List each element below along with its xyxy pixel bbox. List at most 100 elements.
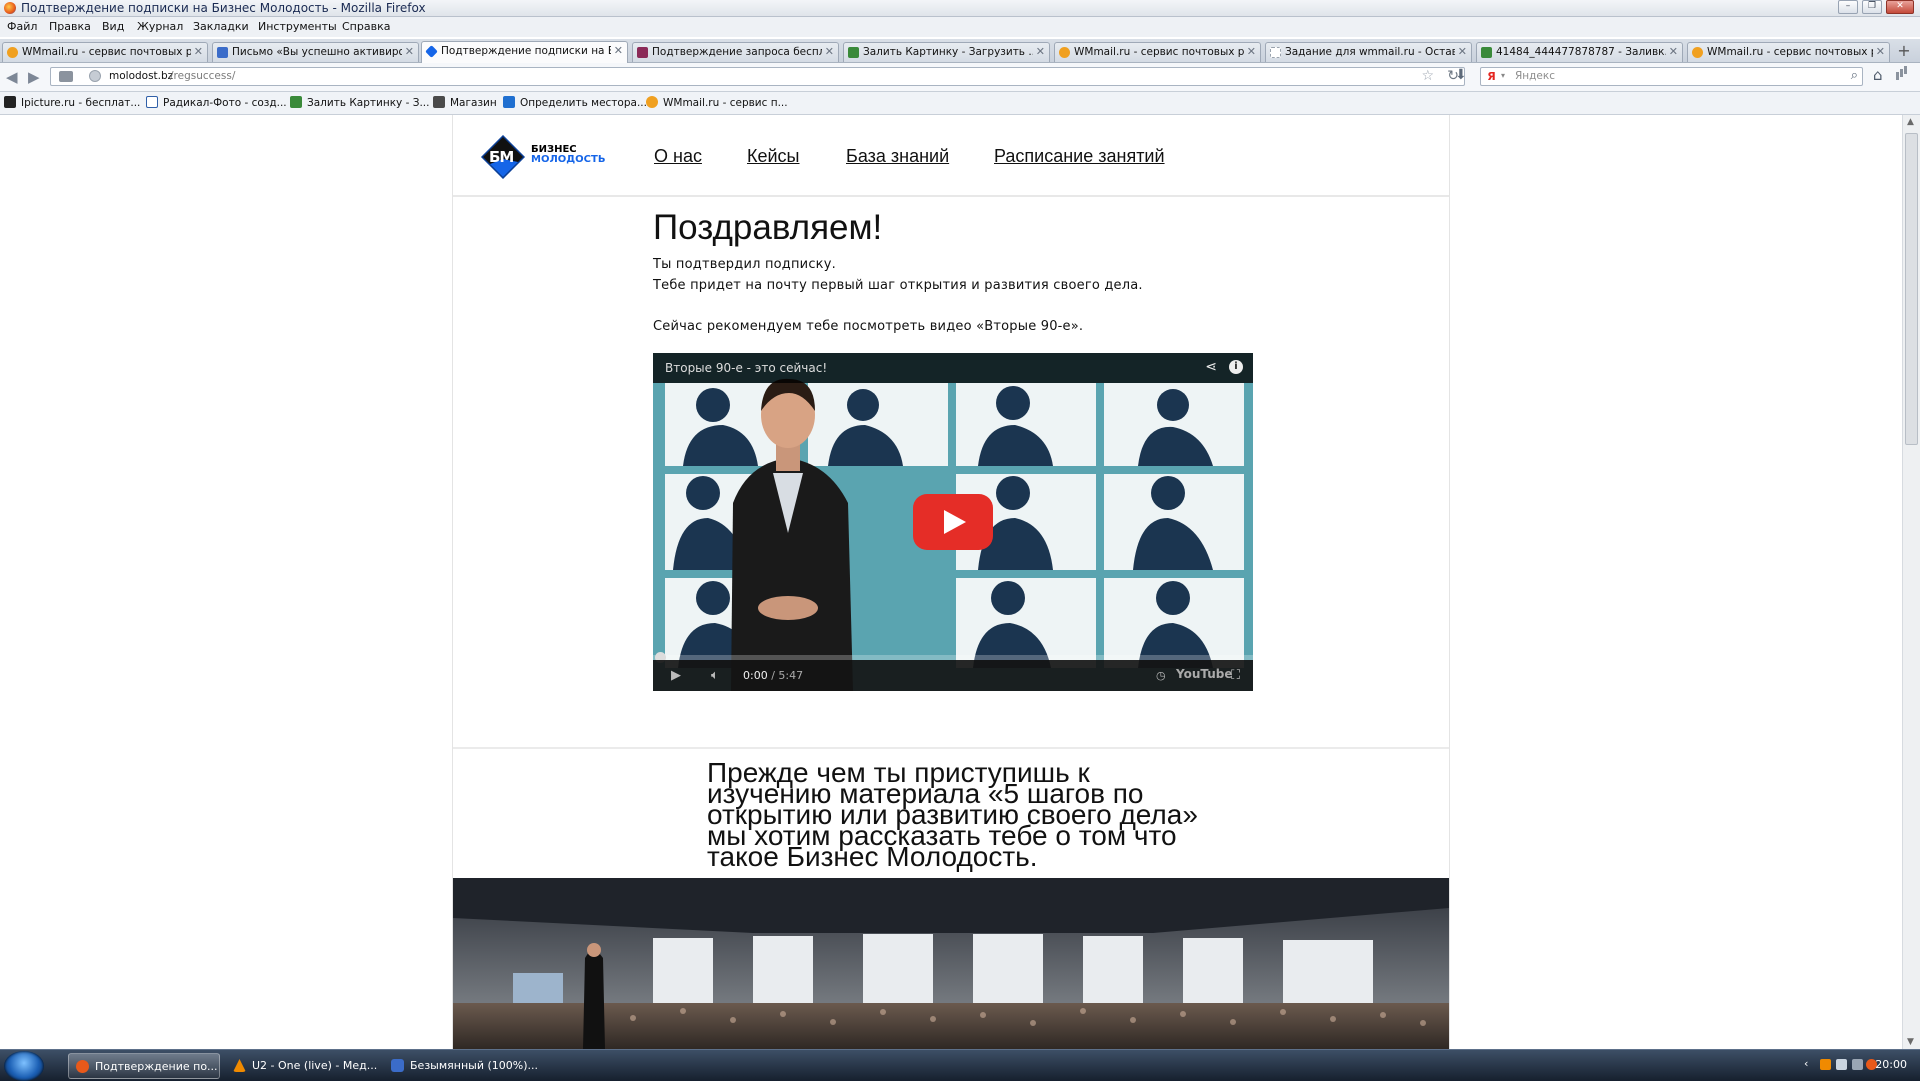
tab-wmmail-2[interactable]: WMmail.ru - сервис почтовых р... ✕: [1054, 42, 1261, 62]
clock[interactable]: 20:00: [1875, 1058, 1907, 1071]
bookmark-ipicture[interactable]: Ipicture.ru - бесплат...: [4, 96, 140, 109]
play-button-icon[interactable]: [913, 494, 993, 550]
page-title: Поздравляем!: [653, 208, 883, 247]
menu-edit[interactable]: Правка: [49, 20, 91, 33]
site-header: БМ БИЗНЕС МОЛОДОСТЬ О нас Кейсы База зна…: [453, 115, 1449, 197]
bookmarks-toolbar: Ipicture.ru - бесплат... Радикал-Фото - …: [0, 92, 1920, 115]
page-grid-icon[interactable]: [59, 71, 73, 82]
tab-close-icon[interactable]: ✕: [1247, 45, 1256, 58]
menu-file[interactable]: Файл: [7, 20, 37, 33]
tab-favicon: [1692, 47, 1703, 58]
tab-label: Подтверждение запроса беспл...: [652, 46, 822, 58]
bookmark-wmmail[interactable]: WMmail.ru - сервис п...: [646, 96, 788, 109]
tab-label: WMmail.ru - сервис почтовых р...: [1074, 46, 1244, 58]
logo-wordmark[interactable]: БИЗНЕС МОЛОДОСТЬ: [531, 145, 605, 165]
menu-tools[interactable]: Инструменты: [258, 20, 337, 33]
tab-favicon: [7, 47, 18, 58]
tab-wmmail-3[interactable]: WMmail.ru - сервис почтовых р... ✕: [1687, 42, 1890, 62]
tab-close-icon[interactable]: ✕: [1036, 45, 1045, 58]
share-icon[interactable]: ⋖: [1205, 359, 1217, 375]
page-scrollbar[interactable]: ▲ ▼: [1902, 115, 1920, 1049]
tab-close-icon[interactable]: ✕: [1876, 45, 1885, 58]
bookmark-radikal[interactable]: Радикал-Фото - созд...: [146, 96, 287, 109]
menu-help[interactable]: Справка: [342, 20, 390, 33]
menu-view[interactable]: Вид: [102, 20, 124, 33]
taskbar-item-paint[interactable]: Безымянный (100%)...: [384, 1053, 538, 1079]
tab-label: Письмо «Вы успешно активиро...: [232, 46, 402, 58]
search-magnifier-icon[interactable]: ⌕: [1851, 68, 1858, 83]
address-bar[interactable]: molodost.bz /regsuccess/ ☆ ↻: [50, 67, 1465, 86]
tab-close-icon[interactable]: ✕: [1458, 45, 1467, 58]
tab-close-icon[interactable]: ✕: [194, 45, 203, 58]
search-placeholder: Яндекс: [1515, 70, 1555, 82]
section-divider: [453, 747, 1449, 749]
tab-subscription-confirm[interactable]: Подтверждение подписки на Б... ✕: [421, 41, 628, 63]
tab-close-icon[interactable]: ✕: [825, 45, 834, 58]
search-field[interactable]: Я ▾ Яндекс ⌕: [1480, 67, 1863, 86]
engine-dropdown-icon[interactable]: ▾: [1501, 71, 1505, 80]
bookmark-favicon: [433, 96, 445, 108]
duration: / 5:47: [771, 669, 804, 682]
menu-history[interactable]: Журнал: [137, 20, 183, 33]
site-identity-icon[interactable]: [89, 70, 101, 82]
tab-close-icon[interactable]: ✕: [614, 44, 623, 57]
bookmark-label: Определить местора...: [520, 97, 647, 109]
download-arrow-icon[interactable]: ⬇: [1455, 67, 1467, 83]
tray-expand-icon[interactable]: ‹: [1804, 1057, 1808, 1070]
scroll-down-arrow-icon[interactable]: ▼: [1907, 1037, 1914, 1047]
tab-close-icon[interactable]: ✕: [1669, 45, 1678, 58]
home-icon[interactable]: ⌂: [1873, 66, 1883, 84]
menu-bookmarks[interactable]: Закладки: [193, 20, 249, 33]
new-tab-button[interactable]: +: [1893, 42, 1915, 61]
tab-close-icon[interactable]: ✕: [405, 45, 414, 58]
youtube-video-player[interactable]: Вторые 90-е - это сейчас! ⋖ i ▶ 🔈︎ 0:00 …: [653, 353, 1253, 691]
logo-initials: БМ: [489, 148, 514, 166]
bookmark-ip-location[interactable]: Определить местора...: [503, 96, 647, 109]
nav-cases[interactable]: Кейсы: [747, 146, 800, 167]
start-button[interactable]: [4, 1051, 44, 1081]
bm-logo[interactable]: БМ: [480, 134, 526, 180]
back-arrow-icon[interactable]: ◀: [6, 68, 18, 86]
scroll-up-arrow-icon[interactable]: ▲: [1907, 117, 1914, 127]
scrollbar-thumb[interactable]: [1905, 133, 1918, 445]
forward-arrow-icon[interactable]: ▶: [28, 68, 40, 86]
tray-volume-icon[interactable]: [1852, 1059, 1863, 1070]
close-button[interactable]: ✕: [1886, 0, 1914, 14]
tab-label: WMmail.ru - сервис почтовых р...: [22, 46, 191, 58]
yandex-engine-icon[interactable]: Я: [1485, 70, 1498, 83]
taskbar-item-firefox[interactable]: Подтверждение по...: [68, 1053, 220, 1079]
watch-later-icon[interactable]: ◷: [1156, 669, 1166, 682]
tab-letter[interactable]: Письмо «Вы успешно активиро... ✕: [212, 42, 419, 62]
nav-about[interactable]: О нас: [654, 146, 702, 167]
fullscreen-icon[interactable]: ⛶: [1231, 668, 1240, 683]
tab-favicon: [637, 47, 648, 58]
tab-task-wmmail[interactable]: Задание для wmmail.ru - Остав... ✕: [1265, 42, 1472, 62]
bookmark-label: Ipicture.ru - бесплат...: [21, 97, 141, 109]
intro-heading: Прежде чем ты приступишь к изучению мате…: [707, 757, 1198, 872]
firefox-icon: [76, 1060, 89, 1073]
minimize-button[interactable]: –: [1838, 0, 1858, 14]
maximize-button[interactable]: ❐: [1862, 0, 1882, 14]
bookmark-shop[interactable]: Магазин: [433, 96, 497, 109]
info-icon[interactable]: i: [1229, 360, 1243, 374]
tray-network-icon[interactable]: [1836, 1059, 1847, 1070]
tab-wmmail-1[interactable]: WMmail.ru - сервис почтовых р... ✕: [2, 42, 208, 62]
tab-label: Задание для wmmail.ru - Остав...: [1285, 46, 1455, 58]
youtube-logo[interactable]: YouTube: [1176, 667, 1233, 681]
bookmark-star-icon[interactable]: ☆: [1421, 68, 1434, 84]
taskbar-item-media-player[interactable]: U2 - One (live) - Мед...: [226, 1053, 378, 1079]
bookmark-label: Магазин: [450, 97, 497, 109]
tab-upload-image[interactable]: Залить Картинку - Загрузить ... ✕: [843, 42, 1050, 62]
tab-request-confirm[interactable]: Подтверждение запроса беспл... ✕: [632, 42, 839, 62]
video-title[interactable]: Вторые 90-е - это сейчас!: [665, 361, 827, 375]
bookmark-upload-image[interactable]: Залить Картинку - З...: [290, 96, 429, 109]
play-control-icon[interactable]: ▶: [671, 668, 681, 683]
recommend-video-text: Сейчас рекомендуем тебе посмотреть видео…: [653, 319, 1084, 334]
nav-knowledge-base[interactable]: База знаний: [846, 146, 949, 167]
volume-icon[interactable]: 🔈︎: [711, 668, 719, 683]
tab-image-upload-2[interactable]: 41484_444477878787 - Заливк... ✕: [1476, 42, 1683, 62]
nav-schedule[interactable]: Расписание занятий: [994, 146, 1165, 167]
signal-bars-icon[interactable]: [1896, 72, 1899, 80]
tray-vlc-icon[interactable]: [1820, 1059, 1831, 1070]
paint-icon: [391, 1059, 404, 1072]
